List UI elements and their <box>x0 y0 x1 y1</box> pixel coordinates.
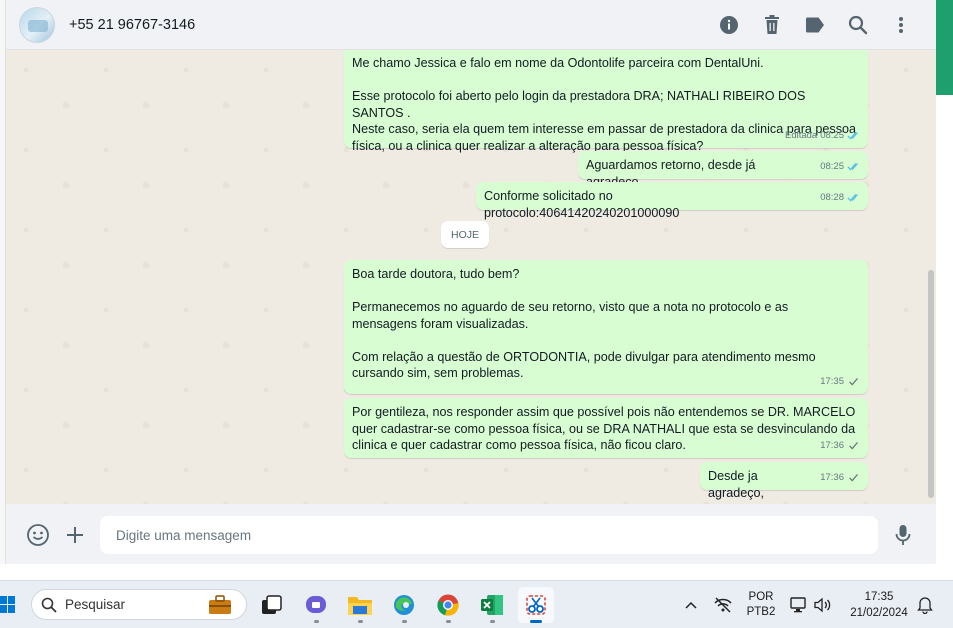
message-input[interactable] <box>100 516 878 554</box>
message-meta: 17:36 <box>820 470 861 487</box>
message-bubble[interactable]: Aguardamos retorno, desde já agradeço. 0… <box>578 151 868 189</box>
window-bottom-gap <box>0 564 953 580</box>
message-composer <box>6 504 936 564</box>
message-text: Boa tarde doutora, tudo bem? Permanecemo… <box>352 267 816 380</box>
app-running-indicator <box>402 620 407 623</box>
edge-browser-icon[interactable] <box>386 587 422 623</box>
search-icon[interactable] <box>845 12 871 38</box>
network-offline-icon[interactable] <box>710 581 736 628</box>
message-time: 17:35 <box>820 375 844 387</box>
app-running-indicator <box>446 620 451 623</box>
message-text: Conforme solicitado no protocolo:4064142… <box>484 189 680 220</box>
sent-tick-icon <box>849 474 858 482</box>
excel-icon[interactable] <box>474 587 510 623</box>
attach-plus-icon[interactable] <box>62 522 88 548</box>
sent-tick-icon <box>849 378 858 386</box>
avatar[interactable] <box>19 6 55 43</box>
windows-start-icon[interactable] <box>0 595 16 615</box>
conversation-panel[interactable]: Me chamo Jessica e falo em nome da Odont… <box>6 50 936 504</box>
right-window-edge <box>936 0 953 580</box>
header-actions <box>716 12 914 38</box>
message-time: 08:25 <box>820 160 844 172</box>
microphone-icon[interactable] <box>890 522 916 548</box>
read-ticks-icon <box>847 132 858 140</box>
message-bubble[interactable]: Desde ja agradeço, 17:36 <box>700 462 868 500</box>
app-running-indicator <box>490 620 495 623</box>
message-meta: 08:28 <box>820 190 861 207</box>
message-text: Me chamo Jessica e falo em nome da Odont… <box>352 56 857 153</box>
menu-icon[interactable] <box>888 12 914 38</box>
message-bubble[interactable]: Boa tarde doutora, tudo bem? Permanecemo… <box>344 260 868 394</box>
read-ticks-icon <box>847 163 858 171</box>
message-time: 17:36 <box>820 439 844 451</box>
file-explorer-icon[interactable] <box>342 587 378 623</box>
side-accent-bar <box>936 0 953 95</box>
date-divider: HOJE <box>441 221 489 248</box>
chat-scrollbar[interactable] <box>928 270 934 498</box>
app-active-indicator <box>530 620 542 623</box>
show-hidden-icons-chevron-icon[interactable] <box>680 581 702 628</box>
edited-label: Editada <box>784 129 818 141</box>
sent-tick-icon <box>849 442 858 450</box>
message-time: 08:28 <box>820 191 844 203</box>
input-language-indicator[interactable]: POR PTB2 <box>744 581 778 628</box>
message-time: 17:36 <box>820 471 844 483</box>
label-icon[interactable] <box>802 12 828 38</box>
clock-time: 17:35 <box>864 591 894 603</box>
taskbar-search-label: Pesquisar <box>65 597 126 612</box>
chat-header: +55 21 96767-3146 <box>6 0 936 50</box>
notification-bell-icon[interactable] <box>914 581 936 628</box>
language-code: POR <box>748 591 774 603</box>
message-meta: 17:35 <box>820 374 861 391</box>
contact-info-icon[interactable] <box>716 12 742 38</box>
message-bubble[interactable]: Me chamo Jessica e falo em nome da Odont… <box>344 50 868 153</box>
message-time: 08:25 <box>820 129 844 141</box>
delete-icon[interactable] <box>759 12 785 38</box>
taskbar: Pesquisar POR PTB2 17:35 21/02/2024 <box>0 580 953 628</box>
system-clock[interactable]: 17:35 21/02/2024 <box>842 581 916 628</box>
message-meta: 17:36 <box>820 438 861 455</box>
keyboard-layout: PTB2 <box>746 606 776 618</box>
task-view-icon[interactable] <box>254 587 290 623</box>
snipping-tool-icon[interactable] <box>518 587 554 623</box>
message-meta: Editada 08:25 <box>785 128 861 145</box>
read-ticks-icon <box>847 194 858 202</box>
app-running-indicator <box>314 620 319 623</box>
message-bubble[interactable]: Por gentileza, nos responder assim que p… <box>344 398 868 458</box>
contact-name[interactable]: +55 21 96767-3146 <box>69 17 195 33</box>
taskbar-search[interactable]: Pesquisar <box>31 589 247 620</box>
briefcase-icon <box>209 594 231 614</box>
app-running-indicator <box>358 620 363 623</box>
message-bubble[interactable]: Conforme solicitado no protocolo:4064142… <box>476 182 868 220</box>
chrome-browser-icon[interactable] <box>430 587 466 623</box>
display-icon[interactable] <box>788 581 810 628</box>
message-meta: 08:25 <box>820 159 861 176</box>
clock-date: 21/02/2024 <box>850 607 908 619</box>
teams-chat-icon[interactable] <box>298 587 334 623</box>
search-icon <box>41 597 57 613</box>
emoji-icon[interactable] <box>25 522 51 548</box>
message-text: Por gentileza, nos responder assim que p… <box>352 405 856 452</box>
volume-icon[interactable] <box>812 581 834 628</box>
